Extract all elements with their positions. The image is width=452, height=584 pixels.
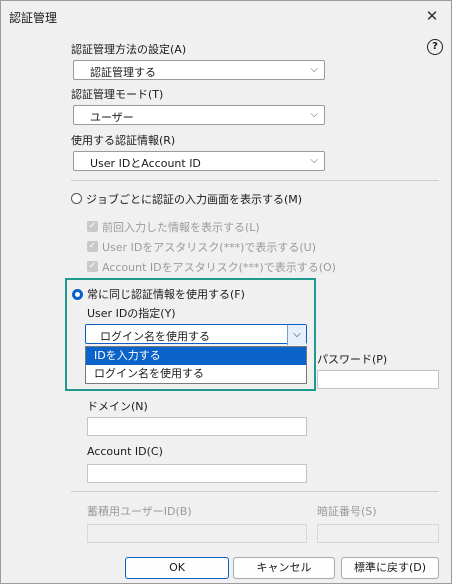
chevron-down-icon: ⌵ (310, 109, 318, 120)
auth-management-dialog: 認証管理 ✕ ? 認証管理方法の設定(A) 認証管理する ⌵ 認証管理モード(T… (0, 0, 452, 584)
dropdown-option-use-login[interactable]: ログイン名を使用する (86, 365, 306, 383)
pin-field[interactable] (317, 524, 439, 543)
cancel-button[interactable]: キャンセル (233, 557, 335, 579)
domain-label: ドメイン(N) (87, 400, 148, 413)
reset-defaults-button[interactable]: 標準に戻す(D) (341, 557, 439, 579)
chevron-down-icon: ⌵ (310, 155, 318, 166)
pin-label: 暗証番号(S) (317, 505, 377, 518)
user-id-spec-label: User IDの指定(Y) (87, 307, 176, 320)
domain-field[interactable] (87, 417, 307, 436)
user-id-spec-select[interactable]: ログイン名を使用する ⌵ (85, 324, 307, 345)
storage-user-id-label: 蓄積用ユーザーID(B) (87, 505, 192, 518)
mask-account-id-label: Account IDをアスタリスク(***)で表示する(O) (102, 261, 336, 274)
show-previous-label: 前回入力した情報を表示する(L) (102, 221, 260, 234)
auth-mode-select[interactable]: ユーザー ⌵ (73, 105, 325, 125)
account-id-label: Account ID(C) (87, 445, 163, 458)
account-id-field[interactable] (87, 464, 307, 483)
separator (71, 491, 439, 492)
user-id-spec-dropdown-list: IDを入力する ログイン名を使用する (85, 346, 307, 384)
ok-button[interactable]: OK (125, 557, 229, 579)
show-previous-checkbox[interactable]: ✓ (87, 221, 98, 232)
storage-user-id-field[interactable] (87, 524, 307, 543)
chevron-down-icon[interactable]: ⌵ (287, 325, 306, 345)
auth-method-select[interactable]: 認証管理する ⌵ (73, 60, 325, 80)
dialog-title: 認証管理 (9, 11, 58, 25)
help-icon[interactable]: ? (427, 39, 443, 55)
user-id-spec-value: ログイン名を使用する (100, 330, 210, 343)
per-job-radio[interactable] (71, 193, 82, 204)
auth-info-select[interactable]: User IDとAccount ID ⌵ (73, 151, 325, 171)
mask-user-id-label: User IDをアスタリスク(***)で表示する(U) (102, 241, 316, 254)
close-icon[interactable]: ✕ (419, 4, 445, 28)
separator (71, 180, 439, 181)
chevron-down-icon: ⌵ (310, 64, 318, 75)
title-bar: 認証管理 ✕ (1, 1, 451, 31)
per-job-label[interactable]: ジョブごとに認証の入力画面を表示する(M) (86, 191, 302, 207)
password-label: パスワード(P) (317, 353, 388, 366)
auth-method-value: 認証管理する (90, 66, 156, 79)
dropdown-option-enter-id[interactable]: IDを入力する (86, 347, 306, 365)
password-field[interactable] (317, 370, 439, 389)
auth-mode-label: 認証管理モード(T) (71, 88, 164, 101)
mask-user-id-checkbox[interactable]: ✓ (87, 241, 98, 252)
always-same-radio[interactable] (72, 289, 83, 300)
auth-mode-value: ユーザー (90, 111, 134, 124)
auth-method-label: 認証管理方法の設定(A) (71, 43, 187, 56)
auth-info-label: 使用する認証情報(R) (71, 134, 176, 147)
mask-account-id-checkbox[interactable]: ✓ (87, 261, 98, 272)
always-same-label[interactable]: 常に同じ認証情報を使用する(F) (87, 286, 245, 302)
auth-info-value: User IDとAccount ID (90, 157, 201, 170)
